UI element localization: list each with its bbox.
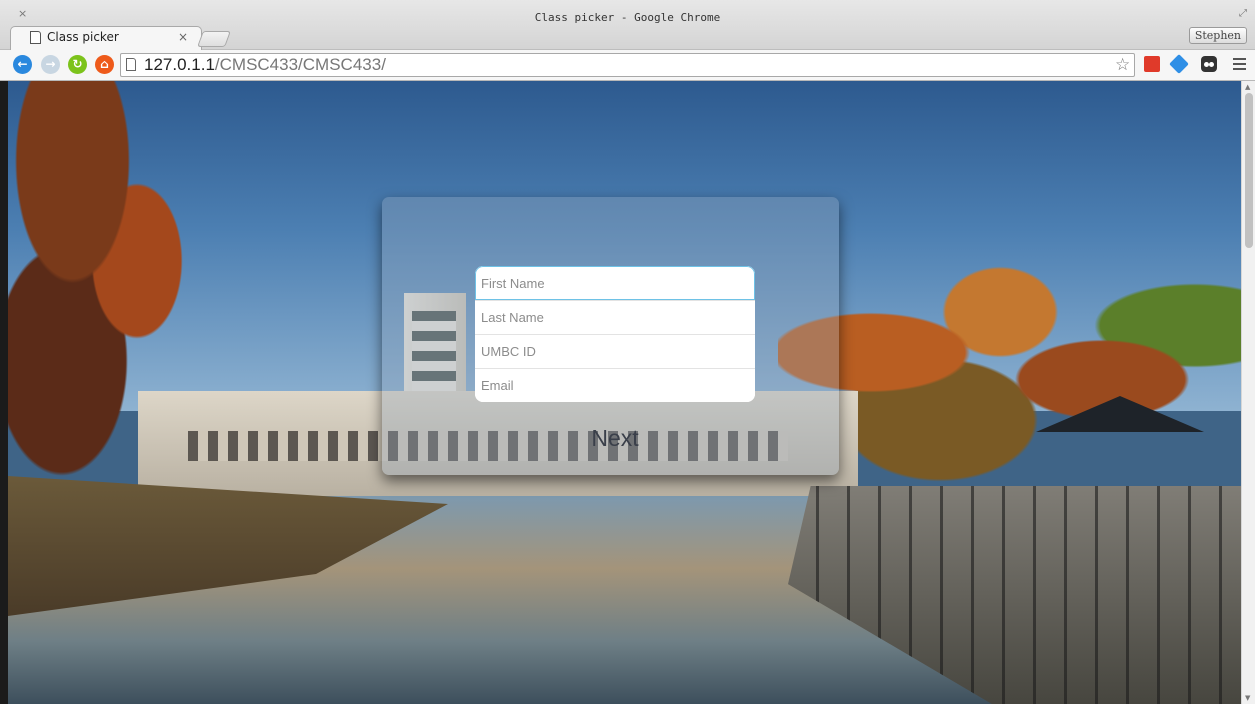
- star-icon[interactable]: ☆: [1115, 55, 1130, 75]
- tab-title: Class picker: [47, 30, 119, 44]
- reload-icon[interactable]: ↻: [68, 55, 87, 74]
- page-viewport: Next: [8, 81, 1241, 704]
- bookmark-extension-icon[interactable]: [1144, 56, 1160, 72]
- url-host: 127.0.1.1: [144, 55, 215, 74]
- next-button[interactable]: Next: [475, 423, 755, 453]
- scroll-down-icon[interactable]: ▼: [1245, 694, 1250, 702]
- url-text[interactable]: 127.0.1.1/CMSC433/CMSC433/: [144, 55, 386, 75]
- forward-arrow-icon[interactable]: →: [41, 55, 60, 74]
- email-input[interactable]: [475, 368, 755, 402]
- page-favicon-icon: [30, 31, 41, 44]
- window-maximize-icon[interactable]: ⤢: [1239, 8, 1247, 19]
- vertical-scrollbar[interactable]: ▲ ▼: [1241, 81, 1255, 704]
- new-tab-button[interactable]: [197, 31, 231, 47]
- hamburger-menu-icon[interactable]: [1233, 58, 1246, 73]
- student-form: [475, 266, 755, 402]
- last-name-input[interactable]: [475, 300, 755, 334]
- scroll-thumb[interactable]: [1245, 93, 1253, 248]
- login-card: Next: [382, 197, 839, 475]
- page-info-icon[interactable]: [126, 58, 136, 71]
- tab-close-button[interactable]: ×: [178, 30, 188, 44]
- ghost-extension-icon[interactable]: [1201, 56, 1217, 72]
- url-path: /CMSC433/CMSC433/: [214, 55, 386, 74]
- back-arrow-icon[interactable]: ←: [13, 55, 32, 74]
- scroll-up-icon[interactable]: ▲: [1245, 83, 1250, 91]
- umbc-id-input[interactable]: [475, 334, 755, 368]
- first-name-input[interactable]: [475, 266, 755, 300]
- window-title: Class picker - Google Chrome: [534, 11, 721, 24]
- profile-button[interactable]: Stephen: [1188, 27, 1247, 44]
- home-icon[interactable]: ⌂: [95, 55, 114, 74]
